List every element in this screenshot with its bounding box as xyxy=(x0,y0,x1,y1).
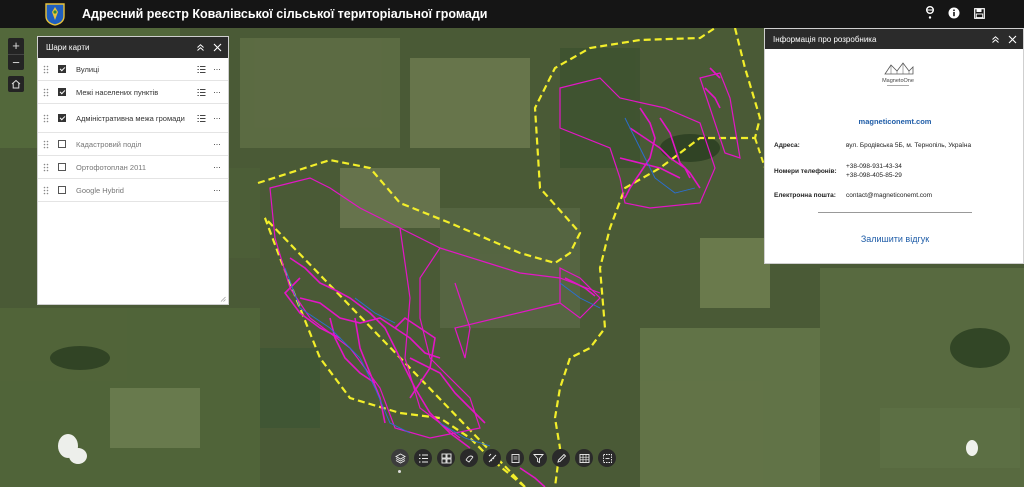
layer-row-orthophoto[interactable]: Ортофотоплан 2011 ··· xyxy=(38,156,228,179)
list-icon xyxy=(418,454,428,462)
layer-label: Адміністративна межа громади xyxy=(76,113,185,123)
layers-panel: Шари карти Вулиці ··· Межі населених пун… xyxy=(37,36,229,305)
drag-handle-icon[interactable] xyxy=(43,163,49,172)
more-options-icon[interactable]: ··· xyxy=(213,64,224,74)
measure-icon xyxy=(488,453,496,462)
info-panel-header: Інформація про розробника xyxy=(765,29,1023,49)
home-icon xyxy=(11,79,21,89)
resize-handle-icon[interactable] xyxy=(220,296,226,302)
print-tool-button[interactable] xyxy=(506,449,524,467)
drag-handle-icon[interactable] xyxy=(43,88,49,97)
edit-icon xyxy=(556,453,566,463)
select-icon xyxy=(602,453,612,463)
drag-handle-icon[interactable] xyxy=(43,114,49,123)
active-tool-indicator xyxy=(398,470,401,473)
developer-info-panel: Інформація про розробника MagnetoOne mag… xyxy=(764,28,1024,264)
bookmark-icon xyxy=(465,455,473,463)
user-button[interactable] xyxy=(923,6,937,20)
layer-label: Ортофотоплан 2011 xyxy=(76,162,147,172)
layer-checkbox[interactable] xyxy=(58,163,66,171)
legend-icon[interactable] xyxy=(197,65,206,74)
more-options-icon[interactable]: ··· xyxy=(213,113,224,123)
close-icon xyxy=(213,43,221,52)
print-icon xyxy=(511,453,519,463)
info-panel-title: Інформація про розробника xyxy=(773,34,877,44)
filter-tool-button[interactable] xyxy=(529,449,547,467)
zoom-in-button[interactable]: + xyxy=(8,38,24,54)
user-icon xyxy=(926,6,934,19)
drag-handle-icon[interactable] xyxy=(43,186,49,195)
legend-icon[interactable] xyxy=(197,114,206,123)
more-options-icon[interactable]: ··· xyxy=(213,162,224,172)
layer-row-streets[interactable]: Вулиці ··· xyxy=(38,58,228,81)
layer-label: Межі населених пунктів xyxy=(76,87,159,97)
legend-tool-button[interactable] xyxy=(414,449,432,467)
layers-panel-header: Шари карти xyxy=(38,37,228,58)
layer-row-cadastral[interactable]: Кадастровий поділ ··· xyxy=(38,133,228,156)
phones-label: Номери телефонів: xyxy=(774,168,837,175)
magnetoone-logo: MagnetoOne xyxy=(882,62,914,86)
home-button[interactable] xyxy=(8,76,24,92)
table-icon xyxy=(579,453,589,463)
address-label: Адреса: xyxy=(774,142,800,149)
app-header: Адресний реєстр Ковалівської сільської т… xyxy=(0,0,1024,28)
layer-label: Google Hybrid xyxy=(76,185,124,195)
divider xyxy=(818,212,972,213)
bottom-toolbar xyxy=(391,449,616,471)
coat-of-arms-logo xyxy=(45,3,65,26)
website-link[interactable]: magneticonemt.com xyxy=(765,117,1024,126)
bookmark-tool-button[interactable] xyxy=(460,449,478,467)
layers-tool-button[interactable] xyxy=(391,449,409,467)
save-button[interactable] xyxy=(972,6,986,20)
email-value[interactable]: contact@magneticonemt.com xyxy=(846,191,932,200)
select-tool-button[interactable] xyxy=(598,449,616,467)
filter-icon xyxy=(532,453,544,463)
close-button[interactable] xyxy=(1006,33,1018,45)
save-icon xyxy=(973,7,985,19)
zoom-control: + − xyxy=(8,38,24,70)
phone-1[interactable]: +38-098-931-43-34 xyxy=(846,162,902,171)
layer-checkbox[interactable] xyxy=(58,65,66,73)
layer-label: Вулиці xyxy=(76,64,100,74)
close-button[interactable] xyxy=(211,42,223,54)
drag-handle-icon[interactable] xyxy=(43,65,49,74)
table-tool-button[interactable] xyxy=(575,449,593,467)
basemap-gallery-icon xyxy=(441,453,451,463)
collapse-button[interactable] xyxy=(989,33,1001,45)
layers-panel-title: Шари карти xyxy=(46,43,90,52)
more-options-icon[interactable]: ··· xyxy=(213,87,224,97)
layer-checkbox[interactable] xyxy=(58,140,66,148)
layer-checkbox[interactable] xyxy=(58,88,66,96)
more-options-icon[interactable]: ··· xyxy=(213,139,224,149)
chevron-double-up-icon xyxy=(991,35,999,43)
logo-text: MagnetoOne xyxy=(882,78,914,84)
layer-row-settlement-boundaries[interactable]: Межі населених пунктів ··· xyxy=(38,81,228,104)
info-button[interactable] xyxy=(947,6,961,20)
feedback-link[interactable]: Залишити відгук xyxy=(765,234,1024,244)
chevron-double-up-icon xyxy=(196,44,204,51)
info-icon xyxy=(948,7,960,19)
email-label: Електронна пошта: xyxy=(774,192,836,199)
more-options-icon[interactable]: ··· xyxy=(213,185,224,195)
info-panel-body: MagnetoOne magneticonemt.com Адреса: вул… xyxy=(765,49,1023,263)
layer-row-google-hybrid[interactable]: Google Hybrid ··· xyxy=(38,179,228,202)
basemap-tool-button[interactable] xyxy=(437,449,455,467)
drag-handle-icon[interactable] xyxy=(43,140,49,149)
layer-row-admin-boundary[interactable]: Адміністративна межа громади ··· xyxy=(38,104,228,133)
close-icon xyxy=(1008,35,1016,43)
layer-label: Кадастровий поділ xyxy=(76,139,142,149)
layers-icon xyxy=(394,452,406,464)
zoom-out-button[interactable]: − xyxy=(8,54,24,70)
app-title: Адресний реєстр Ковалівської сільської т… xyxy=(82,7,488,21)
edit-tool-button[interactable] xyxy=(552,449,570,467)
layer-checkbox[interactable] xyxy=(58,114,66,122)
measure-tool-button[interactable] xyxy=(483,449,501,467)
phone-2[interactable]: +38-098-405-85-29 xyxy=(846,171,902,180)
collapse-button[interactable] xyxy=(194,42,206,54)
legend-icon[interactable] xyxy=(197,88,206,97)
address-value: вул. Бродівська 5Б, м. Тернопіль, Україн… xyxy=(846,142,972,149)
layer-checkbox[interactable] xyxy=(58,186,66,194)
